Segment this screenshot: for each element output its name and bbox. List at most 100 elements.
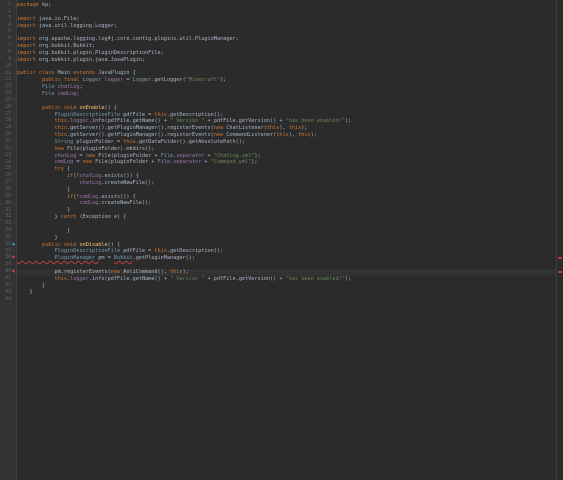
code-line[interactable]: import java.util.logging.Logger;: [17, 23, 557, 30]
code-line[interactable]: }: [17, 207, 557, 214]
code-token: this: [154, 248, 167, 255]
code-line[interactable]: [17, 296, 557, 303]
code-token: "has been enabled!": [285, 275, 345, 282]
code-line[interactable]: this.getServer().getPluginManager().regi…: [17, 132, 557, 139]
code-token: .getServer().getPluginManager().register…: [66, 132, 214, 139]
code-line[interactable]: new File(pluginFolder).mkdirs();: [17, 146, 557, 153]
code-line[interactable]: PluginDescriptionFile pdfFile = this.get…: [17, 248, 557, 255]
line-number: 41: [5, 276, 11, 281]
code-token: chatLog: [17, 152, 77, 159]
code-line[interactable]: PluginManager pm = Bukkit.getPluginManag…: [17, 255, 557, 262]
line-number: 17: [5, 111, 11, 117]
fold-icon[interactable]: −: [11, 98, 16, 103]
code-token: PluginManager: [17, 255, 99, 262]
error-marker[interactable]: [558, 257, 562, 260]
code-token: ;: [79, 84, 83, 91]
code-token: this: [17, 125, 67, 132]
code-line[interactable]: } catch (Exception e) {: [17, 214, 557, 221]
code-line[interactable]: import org.bukkit.plugin.java.JavaPlugin…: [17, 57, 557, 64]
error-marker[interactable]: [558, 271, 562, 274]
code-line[interactable]: [17, 9, 557, 16]
code-line[interactable]: this.getServer().getPluginManager().regi…: [17, 125, 557, 132]
code-line[interactable]: import org.apache.logging.log4j.core.con…: [17, 36, 557, 43]
code-token: catch: [60, 214, 80, 221]
code-line[interactable]: public void onEnable() {: [17, 105, 557, 112]
override-icon[interactable]: ▲: [11, 242, 16, 247]
code-line[interactable]: try {: [17, 166, 557, 173]
code-line[interactable]: [17, 98, 557, 105]
code-token: .getDataFolder().getAbsolutePath();: [135, 138, 246, 145]
code-token: }: [17, 289, 33, 296]
code-token: .info(pdfFile.getName() +: [88, 118, 171, 125]
code-token: () {: [104, 104, 117, 111]
error-icon[interactable]: ●: [11, 255, 16, 260]
code-line[interactable]: public final Logger logger = Logger.getL…: [17, 77, 557, 84]
code-line[interactable]: }: [17, 235, 557, 242]
line-number: 29: [5, 193, 11, 199]
code-line[interactable]: package kp;: [17, 2, 557, 9]
code-token: new: [85, 152, 99, 159]
code-line[interactable]: }: [17, 228, 557, 235]
line-number: 22: [5, 145, 11, 151]
line-number: 19: [5, 125, 11, 131]
code-token: package: [17, 2, 42, 8]
code-area[interactable]: package kp; import java.io.File; import ja…: [17, 0, 557, 480]
line-number: 31: [5, 207, 11, 213]
code-line[interactable]: String pluginFolder = this.getDataFolder…: [17, 139, 557, 146]
code-line[interactable]: chatLog.createNewFile();: [17, 180, 557, 187]
code-line[interactable]: public void onDisable() {: [17, 242, 557, 249]
code-line[interactable]: cmdLog = new File(pluginFolder + File.se…: [17, 159, 557, 166]
code-token: {: [66, 166, 71, 173]
code-token: if: [17, 193, 74, 200]
line-number: 39: [5, 262, 11, 268]
code-line[interactable]: [17, 221, 557, 228]
line-number: 36: [5, 241, 11, 247]
code-line[interactable]: cmdLog.createNewFile();: [17, 200, 557, 207]
code-line[interactable]: public class Main extends JavaPlugin {: [17, 70, 557, 77]
code-token: + pdfFile.getVersion() +: [204, 118, 286, 125]
code-line[interactable]: this.logger.info(pdfFile.getName() + " V…: [17, 276, 557, 283]
error-icon[interactable]: ●: [11, 269, 16, 274]
code-line[interactable]: [17, 64, 557, 71]
code-token: chatLog: [79, 173, 102, 180]
code-line[interactable]: import org.bukkit.Bukkit;: [17, 43, 557, 50]
code-token: org.bukkit.Bukkit;: [38, 43, 96, 50]
code-line[interactable]: import java.io.File;: [17, 16, 557, 23]
code-line[interactable]: }: [17, 187, 557, 194]
code-line[interactable]: File chatLog;: [17, 84, 557, 91]
line-number: 11: [5, 70, 11, 76]
code-token: PluginDescriptionFile: [17, 111, 124, 118]
code-token: pdfFile =: [123, 248, 155, 255]
code-token: import: [17, 49, 39, 56]
code-line[interactable]: PluginDescriptionFile pdfFile = this.get…: [17, 112, 557, 119]
code-line[interactable]: this.logger.info(pdfFile.getName() + " V…: [17, 118, 557, 125]
line-number: 6: [8, 36, 11, 42]
code-line[interactable]: }: [17, 283, 557, 290]
code-token: }: [17, 234, 58, 241]
code-token: this: [17, 118, 67, 125]
code-token: + pdfFile.getVersion() +: [204, 275, 286, 282]
code-line[interactable]: }: [17, 289, 557, 296]
code-token: new: [213, 132, 227, 139]
code-line[interactable]: import org.bukkit.plugin.PluginDescripti…: [17, 50, 557, 57]
code-line[interactable]: chatLog = new File(pluginFolder + File.s…: [17, 153, 557, 160]
code-token: ),: [279, 125, 289, 132]
code-line[interactable]: [17, 29, 557, 36]
fold-icon[interactable]: −: [11, 249, 16, 254]
code-token: );: [301, 125, 308, 132]
code-line[interactable]: pm.registerEvents(new AntiCommand(), thi…: [17, 268, 557, 276]
line-number: 44: [5, 296, 11, 302]
vertical-scrollbar[interactable]: [556, 0, 563, 480]
line-number-gutter: 1 2 3 4 5 6 7 8 9 10 11 12 13 14 15−16 17 18 19 20 21 22 23 24…: [0, 0, 17, 480]
code-line[interactable]: if(!cmdLog.exists()) {: [17, 194, 557, 201]
code-token: );: [310, 132, 317, 139]
code-token: "Command.yml": [210, 159, 252, 166]
line-number: 24: [5, 159, 11, 165]
code-line[interactable]: File cmdLog;: [17, 91, 557, 98]
code-line[interactable]: if(!chatLog.exists()) {: [17, 173, 557, 180]
code-token: new: [82, 159, 96, 166]
code-line[interactable]: [17, 262, 557, 269]
code-token: public void: [17, 241, 80, 248]
code-editor[interactable]: 1 2 3 4 5 6 7 8 9 10 11 12 13 14 15−16 17 18 19 20 21 22 23 24…: [0, 0, 563, 480]
code-token: import: [17, 56, 39, 63]
